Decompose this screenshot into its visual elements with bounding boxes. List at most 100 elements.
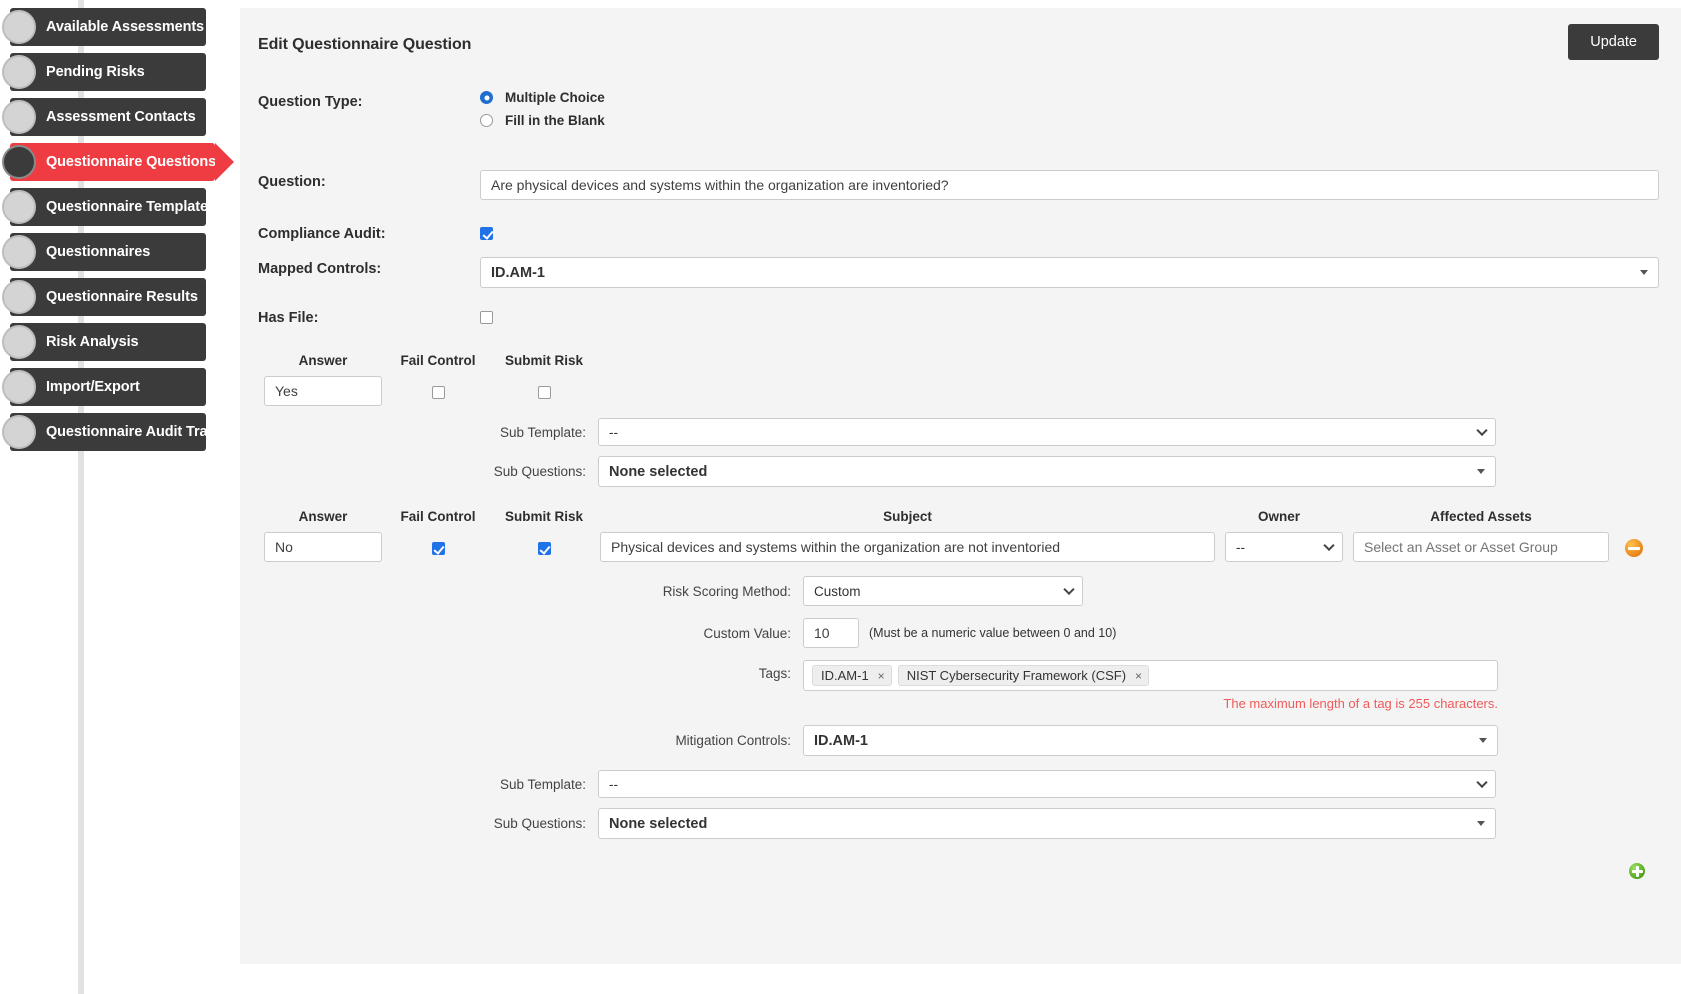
column-header-owner: Owner	[1257, 509, 1300, 524]
risk-scoring-method-value: Custom	[814, 583, 861, 599]
has-file-checkbox[interactable]	[480, 311, 493, 325]
bullet-icon	[2, 370, 36, 404]
radio-multiple-choice-icon[interactable]	[480, 91, 493, 104]
subject-input-no[interactable]	[600, 532, 1215, 562]
radio-label: Multiple Choice	[505, 90, 605, 105]
fail-control-cell	[388, 532, 488, 558]
sidebar-item-available-assessments[interactable]: Available Assessments	[2, 8, 206, 46]
sub-template-select-yes[interactable]: --	[598, 418, 1496, 446]
answer-input-no[interactable]	[264, 532, 382, 562]
update-button[interactable]: Update	[1568, 24, 1659, 60]
custom-value-input[interactable]	[803, 618, 859, 648]
chevron-down-icon	[1323, 539, 1335, 552]
fail-control-cell	[388, 376, 488, 402]
sidebar-item-pending-risks[interactable]: Pending Risks	[2, 53, 206, 91]
owner-value: --	[1236, 539, 1245, 555]
sub-questions-control: None selected	[598, 808, 1496, 839]
bullet-icon	[2, 10, 36, 44]
mapped-controls-value: ID.AM-1	[491, 264, 545, 281]
sidebar-item-questionnaire-questions[interactable]: Questionnaire Questions	[2, 143, 234, 181]
radio-option-fill-in-the-blank[interactable]: Fill in the Blank	[480, 113, 1659, 128]
answer-input-yes[interactable]	[264, 376, 382, 406]
sub-questions-value: None selected	[609, 463, 708, 480]
mapped-controls-row: Mapped Controls: ID.AM-1	[258, 257, 1659, 288]
column-header-fail-control: Fail Control	[400, 353, 476, 368]
mitigation-controls-value: ID.AM-1	[814, 732, 868, 749]
tag-label: NIST Cybersecurity Framework (CSF)	[906, 668, 1127, 683]
chevron-down-icon	[1477, 821, 1485, 826]
minus-circle-icon[interactable]	[1625, 539, 1643, 557]
column-header-submit-risk: Submit Risk	[504, 353, 583, 368]
question-type-options: Multiple Choice Fill in the Blank	[480, 90, 1659, 136]
sidebar-item-risk-analysis[interactable]: Risk Analysis	[2, 323, 206, 361]
sidebar-item-label: Questionnaires	[46, 244, 151, 260]
sidebar-item-questionnaire-results[interactable]: Questionnaire Results	[2, 278, 206, 316]
owner-cell: --	[1215, 532, 1343, 562]
risk-scoring-method-select[interactable]: Custom	[803, 576, 1083, 606]
tag-remove-icon[interactable]: ×	[878, 669, 885, 683]
sub-questions-control: None selected	[598, 456, 1496, 487]
sub-questions-label: Sub Questions:	[493, 464, 586, 479]
custom-value-label: Custom Value:	[703, 625, 791, 641]
bullet-icon	[2, 325, 36, 359]
edit-question-form: Question Type: Multiple Choice Fill in t…	[240, 90, 1681, 879]
page-header: Edit Questionnaire Question Update	[240, 8, 1681, 60]
column-header-answer: Answer	[298, 509, 348, 524]
submit-risk-checkbox-yes[interactable]	[537, 386, 551, 400]
owner-select-no[interactable]: --	[1225, 532, 1343, 562]
remove-row-cell	[1609, 532, 1659, 562]
plus-circle-icon[interactable]	[1629, 863, 1645, 879]
sub-questions-label: Sub Questions:	[493, 816, 586, 831]
fail-control-checkbox-no[interactable]	[431, 542, 445, 556]
tags-control: ID.AM-1 × NIST Cybersecurity Framework (…	[803, 660, 1498, 711]
sidebar-item-questionnaire-templates[interactable]: Questionnaire Templates	[2, 188, 216, 226]
mitigation-controls-control: ID.AM-1	[803, 725, 1498, 756]
sidebar-item-label: Import/Export	[46, 379, 140, 395]
sidebar-item-import-export[interactable]: Import/Export	[2, 368, 206, 406]
tags-label: Tags:	[758, 666, 791, 681]
answer-row-yes	[258, 376, 1659, 406]
sub-questions-select-no[interactable]: None selected	[598, 808, 1496, 839]
tag-label: ID.AM-1	[821, 668, 869, 683]
affected-assets-cell	[1353, 532, 1609, 562]
compliance-audit-checkbox[interactable]	[480, 227, 493, 241]
column-header-submit-risk: Submit Risk	[504, 509, 583, 524]
bullet-icon	[2, 190, 36, 224]
risk-scoring-method-label: Risk Scoring Method:	[662, 583, 791, 599]
tag-chip[interactable]: ID.AM-1 ×	[812, 665, 892, 686]
radio-fill-in-the-blank-icon[interactable]	[480, 114, 493, 127]
sidebar-item-questionnaire-audit-trail[interactable]: Questionnaire Audit Trail	[2, 413, 215, 451]
sidebar-item-assessment-contacts[interactable]: Assessment Contacts	[2, 98, 206, 136]
mitigation-controls-select[interactable]: ID.AM-1	[803, 725, 1498, 756]
radio-label: Fill in the Blank	[505, 113, 605, 128]
tag-chip[interactable]: NIST Cybersecurity Framework (CSF) ×	[897, 665, 1150, 686]
has-file-label: Has File:	[258, 310, 319, 326]
sub-questions-value: None selected	[609, 815, 708, 832]
affected-assets-input-no[interactable]	[1353, 532, 1609, 562]
sidebar-item-label: Assessment Contacts	[46, 109, 196, 125]
sub-template-select-no[interactable]: --	[598, 770, 1496, 798]
sub-template-control: --	[598, 770, 1496, 798]
question-label: Question:	[258, 174, 326, 190]
compliance-audit-label: Compliance Audit:	[258, 226, 386, 242]
mitigation-controls-row: Mitigation Controls: ID.AM-1	[258, 725, 1659, 756]
sidebar-item-questionnaires[interactable]: Questionnaires	[2, 233, 206, 271]
custom-value-hint: (Must be a numeric value between 0 and 1…	[869, 626, 1117, 640]
tag-remove-icon[interactable]: ×	[1135, 669, 1142, 683]
sub-template-value: --	[609, 776, 618, 792]
answer-table-header-yes: Answer Fail Control Submit Risk	[258, 353, 1659, 376]
tags-input[interactable]: ID.AM-1 × NIST Cybersecurity Framework (…	[803, 660, 1498, 691]
sub-questions-row-yes: Sub Questions: None selected	[258, 456, 1659, 487]
sidebar-item-label: Available Assessments	[46, 19, 205, 35]
fail-control-checkbox-yes[interactable]	[431, 386, 445, 400]
sub-questions-select-yes[interactable]: None selected	[598, 456, 1496, 487]
submit-risk-checkbox-no[interactable]	[537, 542, 551, 556]
mapped-controls-select[interactable]: ID.AM-1	[480, 257, 1659, 288]
radio-option-multiple-choice[interactable]: Multiple Choice	[480, 90, 1659, 105]
sidebar-item-label: Questionnaire Results	[46, 289, 198, 305]
app-root: Available Assessments Pending Risks Asse…	[0, 0, 1681, 994]
question-input[interactable]	[480, 170, 1659, 200]
chevron-down-icon	[1063, 583, 1075, 596]
mapped-controls-control: ID.AM-1	[480, 257, 1659, 288]
answer-row-no: --	[258, 532, 1659, 562]
